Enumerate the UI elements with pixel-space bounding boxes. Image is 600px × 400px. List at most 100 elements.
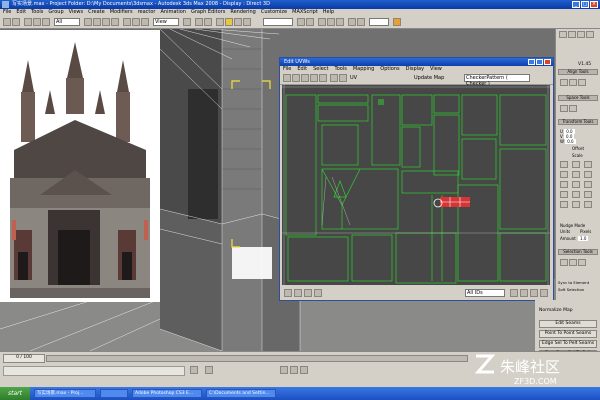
- create-tab-icon[interactable]: [559, 31, 567, 38]
- flip-v-icon[interactable]: [572, 171, 580, 178]
- uv-freeform-icon[interactable]: [310, 74, 318, 82]
- minimize-button[interactable]: _: [572, 1, 580, 8]
- move-icon[interactable]: [123, 18, 131, 26]
- layer-manager-icon[interactable]: [318, 18, 326, 26]
- uv-move-icon[interactable]: [283, 74, 291, 82]
- task-blank[interactable]: [100, 389, 128, 398]
- edit-seams-button[interactable]: Edit Seams: [539, 320, 597, 328]
- menu-maxscript[interactable]: MAXScript: [292, 9, 318, 16]
- rotate-ccw-icon[interactable]: [572, 181, 580, 188]
- link-icon[interactable]: [24, 18, 32, 26]
- space-tools-rollout[interactable]: Space Tools: [558, 95, 598, 101]
- uv-menu-tools[interactable]: Tools: [335, 66, 347, 73]
- sync-element-checkbox[interactable]: Sync to Element: [558, 280, 589, 285]
- menu-reactor[interactable]: reactor: [138, 9, 156, 16]
- rotate-icon[interactable]: [132, 18, 140, 26]
- render-type-combo[interactable]: [369, 18, 389, 26]
- selection-filter-combo[interactable]: All: [54, 18, 80, 26]
- mirror-icon[interactable]: [297, 18, 305, 26]
- start-button[interactable]: start: [0, 387, 30, 400]
- material-editor-icon[interactable]: [348, 18, 356, 26]
- w-field[interactable]: 0.0: [565, 139, 576, 144]
- uv-filter-icon[interactable]: [314, 289, 322, 297]
- select-by-name-icon[interactable]: [93, 18, 101, 26]
- uv-freeze-icon[interactable]: [304, 289, 312, 297]
- soft-selection-checkbox[interactable]: Soft Selection: [558, 287, 584, 292]
- nudge-up-icon[interactable]: [560, 191, 568, 198]
- redo-icon[interactable]: [12, 18, 20, 26]
- uv-show-map-icon[interactable]: [330, 74, 338, 82]
- point-to-point-seams-button[interactable]: Point To Point Seams: [539, 330, 597, 338]
- menu-tools[interactable]: Tools: [31, 9, 43, 16]
- play-icon[interactable]: [300, 366, 308, 374]
- loop-selection-icon[interactable]: [578, 259, 586, 266]
- motion-tab-icon[interactable]: [586, 31, 594, 38]
- menu-views[interactable]: Views: [69, 9, 83, 16]
- window-crossing-icon[interactable]: [111, 18, 119, 26]
- uv-close-button[interactable]: [544, 59, 551, 65]
- modify-tab-icon[interactable]: [568, 31, 576, 38]
- uv-canvas[interactable]: [282, 85, 550, 285]
- selection-tools-rollout[interactable]: Selection Tools: [558, 249, 598, 255]
- menu-graph-editors[interactable]: Graph Editors: [191, 9, 225, 16]
- menu-rendering[interactable]: Rendering: [230, 9, 256, 16]
- reference-coord-combo[interactable]: View: [153, 18, 179, 26]
- auto-key-icon[interactable]: [280, 366, 288, 374]
- shrink-selection-icon[interactable]: [569, 259, 577, 266]
- rotate-cw-icon[interactable]: [560, 181, 568, 188]
- uv-zoom-icon[interactable]: [520, 289, 528, 297]
- schematic-view-icon[interactable]: [336, 18, 344, 26]
- uv-zoom-extents-icon[interactable]: [540, 289, 548, 297]
- uv-mirror-icon[interactable]: [319, 74, 327, 82]
- uv-menu-edit[interactable]: Edit: [297, 66, 307, 73]
- select-object-icon[interactable]: [84, 18, 92, 26]
- spinner-snap-icon[interactable]: [243, 18, 251, 26]
- nudge-units-radio[interactable]: Units: [560, 229, 570, 234]
- mirror-uv-icon[interactable]: [584, 171, 592, 178]
- space-horizontal-icon[interactable]: [560, 105, 568, 112]
- uv-maximize-button[interactable]: [536, 59, 543, 65]
- uv-scale-icon[interactable]: [301, 74, 309, 82]
- unlink-icon[interactable]: [33, 18, 41, 26]
- scale-up-icon[interactable]: [560, 161, 568, 168]
- maximize-button[interactable]: □: [581, 1, 589, 8]
- rotate-180-icon[interactable]: [584, 181, 592, 188]
- normalize-map-checkbox[interactable]: Normalize Map: [539, 308, 573, 313]
- task-explorer[interactable]: C:\Documents and Settin...: [206, 389, 276, 398]
- snaps-icon[interactable]: [216, 18, 224, 26]
- uv-hide-icon[interactable]: [294, 289, 302, 297]
- angle-snap-icon[interactable]: [225, 18, 233, 26]
- uv-menu-display[interactable]: Display: [406, 66, 424, 73]
- bind-warp-icon[interactable]: [42, 18, 50, 26]
- rotate-uv-icon[interactable]: [584, 161, 592, 168]
- uv-zoom-region-icon[interactable]: [530, 289, 538, 297]
- keyboard-shortcut-icon[interactable]: [204, 18, 212, 26]
- lock-selection-icon[interactable]: [190, 366, 198, 374]
- menu-animation[interactable]: Animation: [160, 9, 186, 16]
- menu-modifiers[interactable]: Modifiers: [110, 9, 133, 16]
- uv-axis-icon[interactable]: [339, 74, 347, 82]
- quick-render-icon[interactable]: [393, 18, 401, 26]
- checker-pattern-combo[interactable]: CheckerPattern ( Checker ): [464, 74, 530, 87]
- scale-down-icon[interactable]: [572, 161, 580, 168]
- menu-customize[interactable]: Customize: [261, 9, 287, 16]
- uv-menu-options[interactable]: Options: [380, 66, 399, 73]
- align-icon[interactable]: [306, 18, 314, 26]
- percent-snap-icon[interactable]: [234, 18, 242, 26]
- curve-editor-icon[interactable]: [327, 18, 335, 26]
- task-photoshop[interactable]: Adobe Photoshop CS3 E...: [132, 389, 202, 398]
- uv-menu-view[interactable]: View: [430, 66, 442, 73]
- menu-edit[interactable]: Edit: [16, 9, 26, 16]
- menu-file[interactable]: File: [3, 9, 11, 16]
- time-slider[interactable]: [46, 355, 468, 362]
- menu-group[interactable]: Group: [48, 9, 63, 16]
- frame-counter[interactable]: 0 / 100: [3, 354, 45, 363]
- menu-create[interactable]: Create: [88, 9, 105, 16]
- nudge-left-icon[interactable]: [584, 191, 592, 198]
- uv-pan-icon[interactable]: [510, 289, 518, 297]
- align-right-icon[interactable]: [578, 79, 586, 86]
- uv-menu-mapping[interactable]: Mapping: [353, 66, 374, 73]
- select-manipulate-icon[interactable]: [195, 18, 203, 26]
- uv-lock-icon[interactable]: [284, 289, 292, 297]
- align-tools-rollout[interactable]: Align Tools: [558, 69, 598, 75]
